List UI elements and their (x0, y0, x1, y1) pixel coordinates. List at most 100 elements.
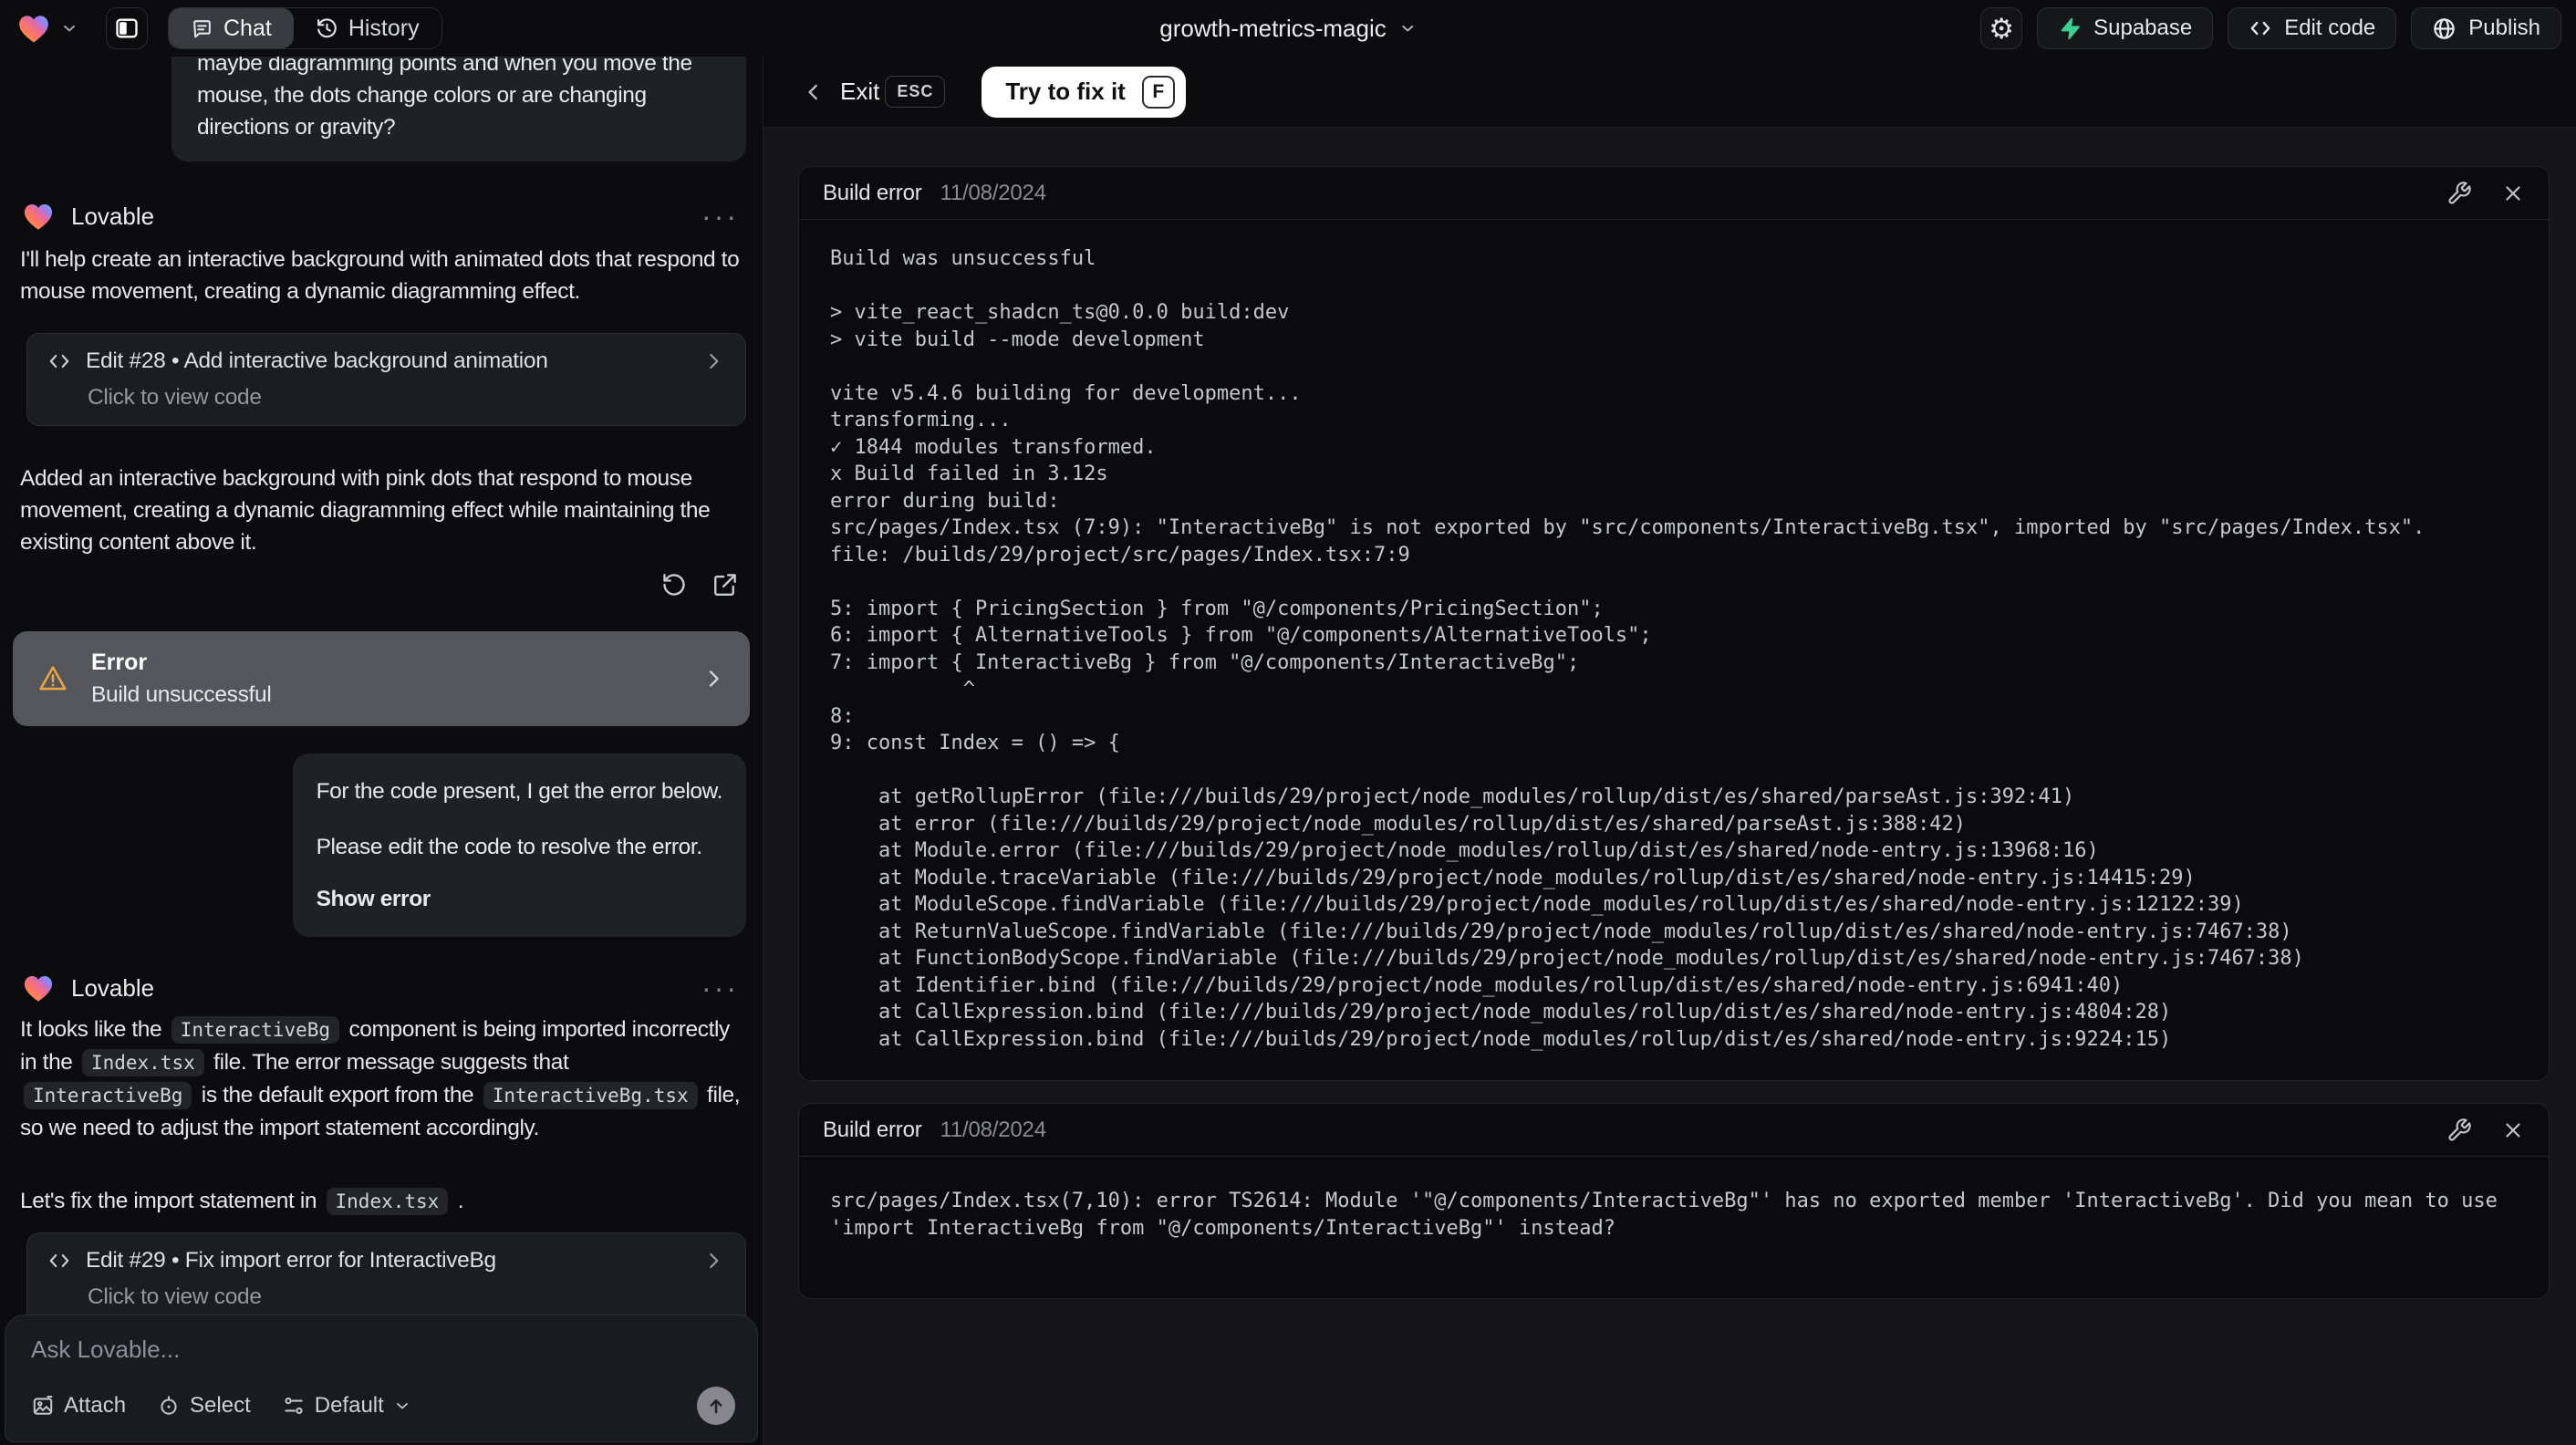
lovable-avatar (20, 971, 57, 1005)
build-error-card-2: Build error 11/08/2024 src/pages/Index.t… (798, 1103, 2550, 1299)
close-icon[interactable] (2501, 182, 2525, 205)
supabase-bolt-icon (2058, 16, 2082, 40)
overlay-toolbar: Exit ESC Try to fix it F (763, 57, 2576, 128)
tab-chat[interactable]: Chat (169, 8, 294, 48)
lovable-app: Chat History growth-metrics-magic ⚙ Supa… (0, 0, 2576, 1445)
attach-label: Attach (64, 1393, 127, 1418)
chevron-right-icon (701, 1249, 725, 1273)
user-message-text: maybe diagramming points and when you mo… (197, 57, 692, 140)
fix-wrench-icon[interactable] (2446, 1118, 2472, 1143)
build-error-log: Build was unsuccessful > vite_react_shad… (830, 247, 2425, 1051)
chat-panel: maybe diagramming points and when you mo… (0, 57, 763, 1445)
assistant-fix-text-2: Let's fix the import statement in Index.… (20, 1188, 464, 1215)
topbar-actions: ⚙ Supabase Edit code Publish (1980, 7, 2561, 49)
esc-key-badge: ESC (885, 76, 946, 108)
warning-triangle-icon (36, 663, 69, 694)
build-error-date: 11/08/2024 (940, 1117, 1047, 1142)
chat-bubble-icon (191, 17, 213, 40)
assistant-name: Lovable (71, 202, 155, 230)
chat-message-list[interactable]: maybe diagramming points and when you mo… (0, 57, 763, 1445)
chevron-down-icon (60, 19, 78, 37)
lovable-avatar (20, 199, 57, 234)
chevron-down-icon (393, 1397, 411, 1415)
lovable-logo-menu[interactable] (15, 10, 78, 47)
chat-composer: Attach Select Default (5, 1315, 758, 1442)
build-error-actions (2446, 181, 2525, 206)
topbar-left: Chat History (15, 7, 442, 49)
error-banner-texts: Error Build unsuccessful (91, 650, 272, 708)
restore-version-icon[interactable] (660, 571, 688, 598)
tab-history[interactable]: History (294, 8, 441, 48)
lovable-heart-icon (15, 10, 53, 47)
code-brackets-icon (2249, 16, 2272, 40)
user-message: maybe diagramming points and when you mo… (171, 57, 746, 161)
chevron-right-icon (701, 349, 725, 373)
inline-code: InteractiveBg (24, 1082, 192, 1109)
user-message-line: For the code present, I get the error be… (316, 779, 723, 804)
assistant-summary-text: Added an interactive background with pin… (20, 466, 711, 555)
edit-code-button[interactable]: Edit code (2228, 7, 2397, 49)
supabase-button[interactable]: Supabase (2037, 7, 2214, 49)
composer-toolbar: Attach Select Default (31, 1387, 735, 1425)
build-error-header: Build error 11/08/2024 (799, 167, 2549, 220)
exit-button[interactable]: Exit (802, 78, 879, 106)
close-icon[interactable] (2501, 1118, 2525, 1142)
settings-button[interactable]: ⚙ (1980, 7, 2023, 49)
assistant-message-header: Lovable ··· (20, 970, 746, 1006)
error-banner-title: Error (91, 650, 148, 675)
model-selector[interactable]: Default (282, 1393, 411, 1419)
build-error-card-1: Build error 11/08/2024 Build was unsucce… (798, 166, 2550, 1081)
exit-label: Exit (840, 78, 880, 105)
build-error-title: Build error (823, 1117, 922, 1142)
chevron-down-icon (1398, 19, 1417, 37)
supabase-label: Supabase (2093, 16, 2193, 40)
open-preview-icon[interactable] (712, 571, 739, 598)
chevron-left-icon (802, 80, 826, 104)
fix-wrench-icon[interactable] (2446, 181, 2472, 206)
panel-left-icon (114, 16, 140, 41)
attach-image-icon (31, 1394, 55, 1418)
edit-card-title: Edit #28 • Add interactive background an… (86, 348, 548, 373)
error-overlay-body: Build error 11/08/2024 Build was unsucce… (763, 128, 2576, 1445)
globe-icon (2432, 16, 2457, 41)
user-message: For the code present, I get the error be… (292, 754, 746, 937)
build-error-header: Build error 11/08/2024 (799, 1104, 2549, 1157)
edit-card-28[interactable]: Edit #28 • Add interactive background an… (26, 333, 746, 426)
publish-label: Publish (2468, 16, 2540, 40)
build-error-title: Build error (823, 180, 922, 205)
sliders-icon (282, 1394, 306, 1418)
edit-card-subtitle: Click to view code (88, 1284, 262, 1309)
assistant-message-header: Lovable ··· (20, 198, 746, 234)
sidebar-toggle-button[interactable] (106, 7, 148, 49)
main-split: maybe diagramming points and when you mo… (0, 57, 2576, 1445)
tab-chat-label: Chat (223, 15, 272, 41)
project-switcher[interactable]: growth-metrics-magic (1159, 0, 1417, 57)
publish-button[interactable]: Publish (2411, 7, 2561, 49)
try-to-fix-button[interactable]: Try to fix it F (982, 66, 1186, 118)
select-element-button[interactable]: Select (157, 1393, 251, 1419)
show-error-link[interactable]: Show error (317, 883, 722, 915)
arrow-up-icon (705, 1395, 727, 1417)
assistant-intro-text: I'll help create an interactive backgrou… (20, 247, 740, 304)
edit-card-title: Edit #29 • Fix import error for Interact… (86, 1248, 496, 1273)
chat-input[interactable] (31, 1336, 735, 1387)
inline-code: InteractiveBg (171, 1016, 340, 1044)
inline-code: Index.tsx (326, 1188, 449, 1215)
code-brackets-icon (47, 1249, 71, 1273)
chevron-right-icon (701, 666, 726, 691)
build-error-banner[interactable]: Error Build unsuccessful (13, 631, 750, 726)
code-brackets-icon (47, 349, 71, 373)
select-label: Select (190, 1393, 251, 1418)
f-key-badge: F (1141, 75, 1175, 109)
chat-history-tabs: Chat History (168, 7, 442, 49)
message-actions (20, 571, 746, 598)
inline-code: Index.tsx (81, 1049, 204, 1076)
attach-button[interactable]: Attach (31, 1393, 126, 1419)
inline-code: InteractiveBg.tsx (483, 1082, 698, 1109)
project-name: growth-metrics-magic (1159, 14, 1387, 42)
error-overlay-panel: Exit ESC Try to fix it F Build error 11/… (763, 57, 2576, 1445)
target-icon (157, 1394, 181, 1418)
edit-code-label: Edit code (2284, 16, 2376, 40)
history-clock-icon (316, 17, 338, 40)
send-button[interactable] (697, 1387, 735, 1425)
